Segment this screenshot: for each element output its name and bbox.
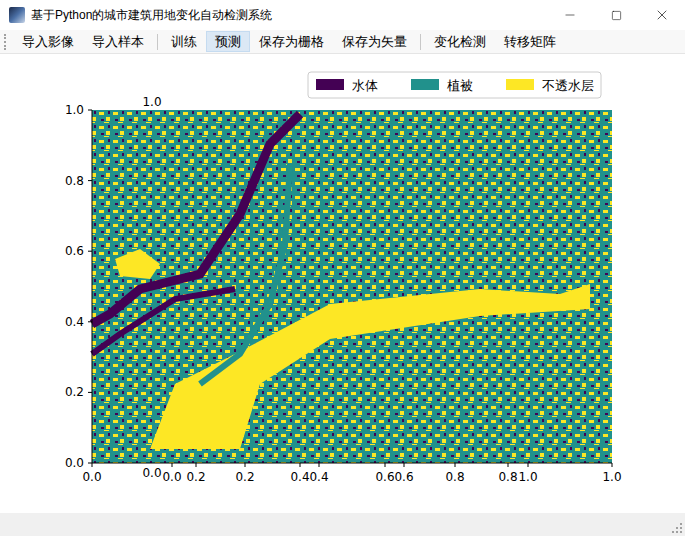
x-tick-label: 0.2 bbox=[235, 470, 254, 484]
plot-area: 0.00.20.40.60.81.00.00.20.40.60.81.00.00… bbox=[0, 54, 685, 513]
toolbar-button[interactable]: 转移矩阵 bbox=[495, 31, 565, 53]
y-axis: 0.0 0.2 0.4 0.6 0.8 1.0 0.0 1.0 bbox=[65, 95, 162, 480]
toolbar-grip[interactable] bbox=[4, 34, 7, 50]
toolbar-button[interactable]: 保存为矢量 bbox=[333, 31, 416, 53]
toolbar-separator bbox=[157, 34, 158, 50]
title-bar: 基于Python的城市建筑用地变化自动检测系统 bbox=[0, 0, 685, 30]
app-icon bbox=[9, 7, 25, 23]
app-window: 基于Python的城市建筑用地变化自动检测系统导入影像导入样本训练预测保存为栅格… bbox=[0, 0, 685, 536]
x-tick-label: 1.0 bbox=[602, 470, 621, 484]
toolbar-group: 变化检测转移矩阵 bbox=[416, 31, 565, 53]
legend-item: 水体 bbox=[316, 78, 378, 93]
legend-item: 植被 bbox=[411, 78, 473, 93]
toolbar-button[interactable]: 导入影像 bbox=[13, 31, 83, 53]
toolbar-button[interactable]: 变化检测 bbox=[425, 31, 495, 53]
x-tick-label: 0.6 bbox=[394, 470, 413, 484]
svg-text:植被: 植被 bbox=[447, 78, 473, 93]
x-tick-label: 0.2 bbox=[186, 470, 205, 484]
x-tick-label: 1.0 bbox=[518, 470, 537, 484]
toolbar-group: 训练预测保存为栅格保存为矢量 bbox=[153, 31, 416, 53]
y-tick-label: 1.0 bbox=[142, 95, 161, 109]
toolbar-separator bbox=[420, 34, 421, 50]
x-axis: 0.00.20.40.60.81.00.00.20.40.60.81.0 bbox=[82, 463, 621, 484]
legend: 水体 植被 不透水层 bbox=[308, 72, 601, 98]
maximize-icon bbox=[611, 10, 622, 21]
x-tick-label: 0.8 bbox=[445, 470, 464, 484]
y-tick-label: 0.0 bbox=[65, 456, 84, 470]
minimize-icon bbox=[563, 8, 577, 22]
y-tick-label: 0.8 bbox=[65, 174, 84, 188]
y-tick-label: 0.0 bbox=[142, 466, 161, 480]
toolbar-group: 导入影像导入样本 bbox=[13, 31, 153, 53]
x-tick-label: 0.8 bbox=[498, 470, 517, 484]
y-tick-label: 0.2 bbox=[65, 385, 84, 399]
svg-text:水体: 水体 bbox=[352, 78, 378, 93]
toolbar-button[interactable]: 预测 bbox=[206, 31, 250, 53]
toolbar-button[interactable]: 训练 bbox=[162, 31, 206, 53]
maximize-button[interactable] bbox=[593, 0, 639, 30]
x-tick-label: 0.4 bbox=[309, 470, 328, 484]
x-tick-label: 0.6 bbox=[375, 470, 394, 484]
x-tick-label: 0.0 bbox=[82, 470, 101, 484]
toolbar-button[interactable]: 导入样本 bbox=[83, 31, 153, 53]
y-tick-label: 1.0 bbox=[65, 103, 84, 117]
window-title: 基于Python的城市建筑用地变化自动检测系统 bbox=[31, 6, 547, 24]
x-tick-label: 0.4 bbox=[290, 470, 309, 484]
svg-text:不透水层: 不透水层 bbox=[542, 78, 594, 93]
legend-item: 不透水层 bbox=[506, 78, 594, 93]
toolbar-button[interactable]: 保存为栅格 bbox=[250, 31, 333, 53]
y-tick-label: 0.4 bbox=[65, 315, 84, 329]
y-tick-label: 0.6 bbox=[65, 244, 84, 258]
classified-map bbox=[92, 110, 612, 463]
classification-chart: 0.00.20.40.60.81.00.00.20.40.60.81.00.00… bbox=[0, 54, 685, 513]
resize-grip-icon[interactable] bbox=[671, 522, 683, 534]
toolbar: 导入影像导入样本训练预测保存为栅格保存为矢量变化检测转移矩阵 bbox=[0, 30, 685, 54]
x-tick-label: 0.0 bbox=[162, 470, 181, 484]
close-icon bbox=[654, 7, 670, 23]
close-button[interactable] bbox=[639, 0, 685, 30]
minimize-button[interactable] bbox=[547, 0, 593, 30]
status-bar bbox=[0, 513, 685, 536]
